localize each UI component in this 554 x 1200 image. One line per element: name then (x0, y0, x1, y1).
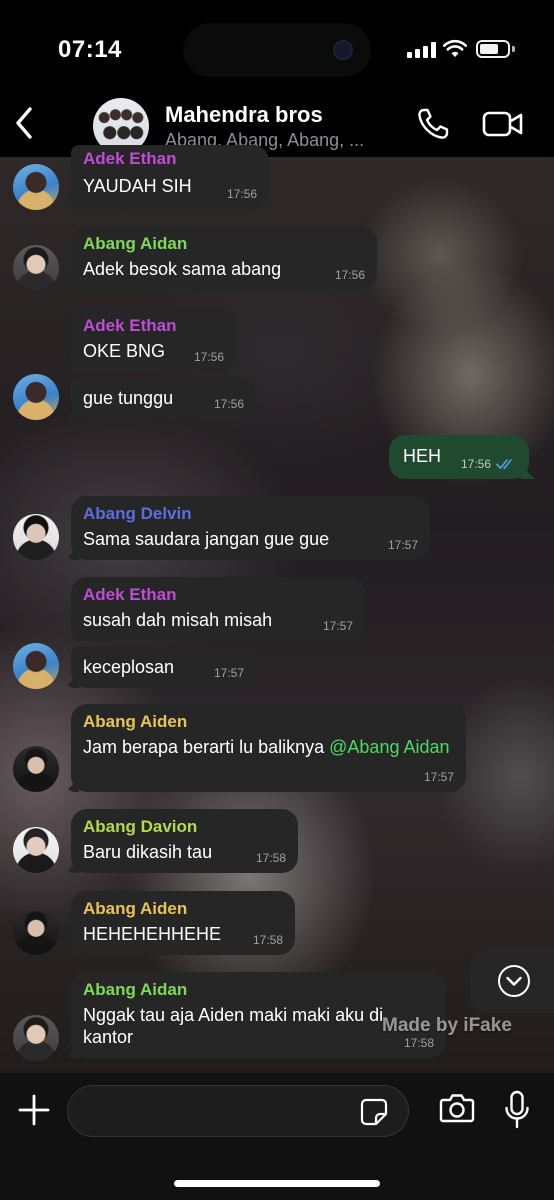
message-bubble[interactable]: gue tunggu 17:56 (65, 377, 256, 419)
sender-name: Adek Ethan (83, 149, 177, 168)
message-time: 17:56 (460, 457, 491, 471)
message-bubble[interactable]: Adek Ethan OKE BNG 17:56 (71, 308, 236, 372)
avatar[interactable] (13, 643, 59, 689)
avatar[interactable] (13, 164, 59, 210)
sender-name: Abang Aiden (83, 712, 188, 731)
front-camera-icon (333, 40, 353, 60)
message-time: 17:57 (213, 666, 244, 680)
message-time: 17:57 (322, 619, 353, 633)
avatar[interactable] (13, 909, 59, 955)
sender-name: Adek Ethan (83, 585, 177, 604)
message-time: 17:58 (252, 933, 283, 947)
sender-name: Abang Aidan (83, 980, 188, 999)
message-time: 17:56 (226, 187, 257, 201)
sender-name: Abang Davion (83, 817, 198, 836)
message-text: susah dah misah misah (83, 610, 273, 630)
message-input[interactable] (67, 1085, 409, 1137)
message-time: 17:57 (423, 770, 454, 784)
battery-icon (476, 40, 510, 58)
message-time: 17:56 (334, 268, 365, 282)
cellular-signal-icon (407, 42, 437, 58)
avatar[interactable] (13, 374, 59, 420)
read-receipt-icon (496, 459, 512, 470)
chevron-left-icon[interactable] (12, 105, 38, 141)
message-time: 17:58 (403, 1036, 434, 1050)
message-time: 17:56 (193, 350, 224, 364)
message-text: Nggak tau aja Aiden maki maki aku di kan… (83, 1005, 384, 1047)
status-bar: 07:14 (0, 0, 554, 95)
home-indicator[interactable] (174, 1180, 380, 1187)
sender-name: Abang Aiden (83, 899, 188, 918)
sender-name: Abang Aidan (83, 234, 188, 253)
message-time: 17:58 (255, 851, 286, 865)
message-text: Adek besok sama abang (83, 259, 282, 279)
sender-name: Adek Ethan (83, 316, 177, 335)
scroll-to-bottom-button[interactable] (470, 949, 554, 1013)
wifi-icon (443, 39, 467, 57)
sender-name: Abang Delvin (83, 504, 192, 523)
mention-link[interactable]: @Abang Aidan (329, 737, 449, 757)
message-bubble[interactable]: Abang Aiden Jam berapa berarti lu balikn… (65, 704, 466, 792)
phone-icon[interactable] (416, 107, 450, 141)
message-bubble[interactable]: Adek Ethan YAUDAH SIH 17:56 (65, 145, 269, 209)
message-bubble[interactable]: Abang Delvin Sama saudara jangan gue gue… (65, 496, 430, 560)
avatar[interactable] (13, 1015, 59, 1061)
chat-title[interactable]: Mahendra bros (165, 102, 323, 128)
avatar[interactable] (13, 514, 59, 560)
message-bubble[interactable]: Adek Ethan susah dah misah misah 17:57 (71, 577, 365, 641)
message-bubble[interactable]: Abang Aiden HEHEHEHHEHE 17:58 (65, 891, 295, 955)
camera-icon[interactable] (439, 1092, 475, 1124)
status-time: 07:14 (58, 36, 122, 63)
avatar[interactable] (13, 746, 59, 792)
avatar[interactable] (13, 245, 59, 291)
message-bubble[interactable]: Abang Davion Baru dikasih tau 17:58 (65, 809, 298, 873)
microphone-icon[interactable] (504, 1090, 530, 1130)
avatar[interactable] (13, 827, 59, 873)
message-time: 17:57 (387, 538, 418, 552)
message-bubble-outgoing[interactable]: HEH 17:56 (389, 435, 535, 479)
message-text: Jam berapa berarti lu baliknya @Abang Ai… (83, 737, 450, 757)
plus-icon[interactable] (17, 1093, 51, 1127)
sticker-icon[interactable] (360, 1098, 388, 1126)
message-bubble[interactable]: Abang Aidan Adek besok sama abang 17:56 (65, 226, 377, 290)
video-camera-icon[interactable] (482, 109, 524, 139)
dynamic-island (183, 23, 371, 77)
message-bubble[interactable]: keceplosan 17:57 (65, 646, 256, 688)
chevron-down-circle-icon (498, 965, 530, 997)
watermark: Made by iFake (382, 1015, 512, 1036)
message-text: Sama saudara jangan gue gue (83, 529, 330, 549)
message-time: 17:56 (213, 397, 244, 411)
battery-level (480, 44, 498, 54)
